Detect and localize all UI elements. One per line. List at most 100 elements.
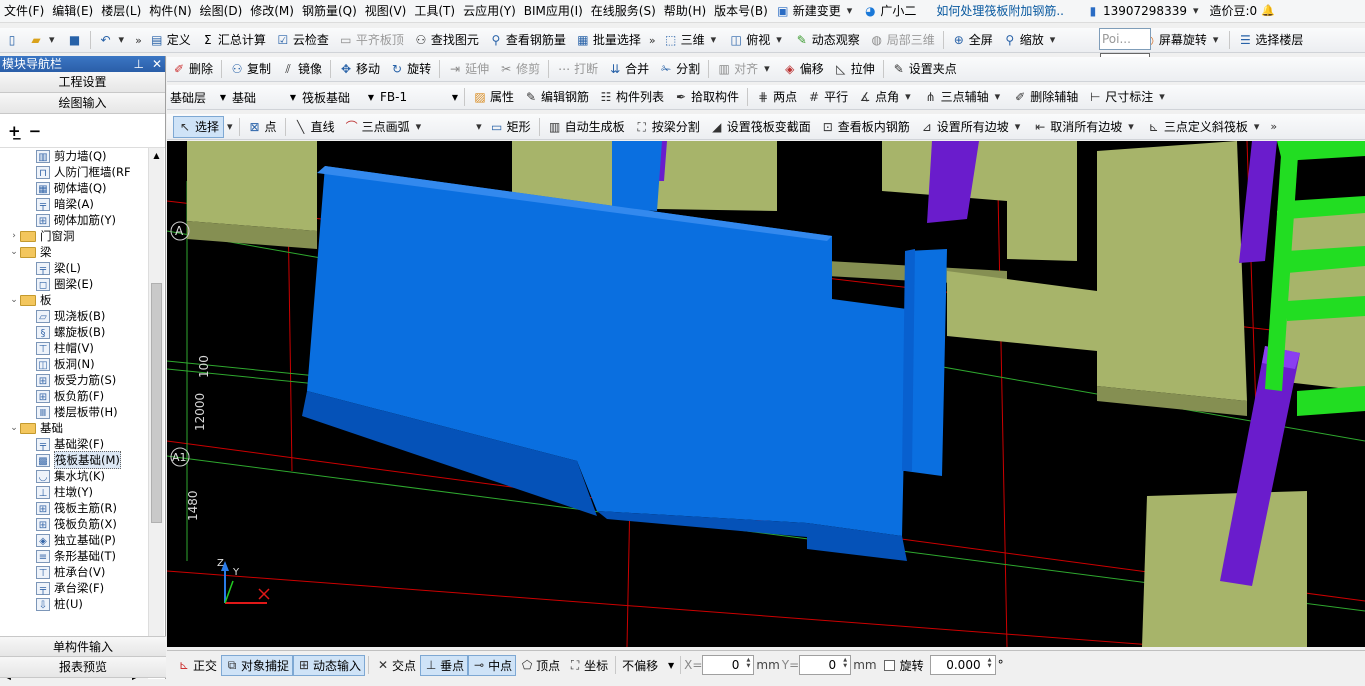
type-select[interactable]: 筏板基础 ▼: [299, 87, 377, 107]
midpoint-snap-toggle[interactable]: ⊸ 中点: [468, 654, 517, 676]
view-rebar-button[interactable]: ⚲ 查看钢筋量: [484, 29, 571, 51]
define-button[interactable]: ▤ 定义: [145, 29, 196, 51]
perpendicular-snap-toggle[interactable]: ⊥ 垂点: [420, 654, 469, 676]
rotate-button[interactable]: ↻ 旋转: [385, 58, 436, 80]
sum-button[interactable]: Σ 汇总计算: [196, 29, 271, 51]
collapse-chevron-icon[interactable]: ⌄: [8, 420, 20, 436]
drawing-viewport[interactable]: A A1 100 12000 1480 Z Y: [167, 141, 1365, 647]
toolbar-overflow-icon-2[interactable]: »: [646, 34, 659, 47]
line-tool-button[interactable]: ╲ 直线: [289, 116, 340, 138]
fullscreen-button[interactable]: ⊕ 全屏: [947, 29, 998, 51]
auto-generate-button[interactable]: ▥ 自动生成板: [543, 116, 630, 138]
top-view-button[interactable]: ◫ 俯视 ▾: [724, 29, 790, 51]
split-by-beam-button[interactable]: ⛶ 按梁分割: [630, 116, 705, 138]
tree-item[interactable]: ≡ 条形基础(T): [0, 548, 148, 564]
object-snap-toggle[interactable]: ⧉ 对象捕捉: [221, 654, 294, 676]
align-button[interactable]: ▥ 对齐 ▾: [712, 58, 778, 80]
view-inner-rebar-button[interactable]: ⊡ 查看板内钢筋: [816, 116, 915, 138]
split-button[interactable]: ✁ 分割: [654, 58, 705, 80]
beans-balance[interactable]: 造价豆:0: [1206, 0, 1262, 22]
arc-tool-button[interactable]: ⌒ 三点画弧 ▾: [340, 116, 430, 138]
expand-all-icon[interactable]: +̲: [8, 122, 21, 140]
intersection-snap-toggle[interactable]: ✕ 交点: [372, 655, 420, 676]
properties-button[interactable]: ▨ 属性: [468, 86, 519, 108]
tree-item[interactable]: ⊥ 柱墩(Y): [0, 484, 148, 500]
tree-item[interactable]: ╤ 基础梁(F): [0, 436, 148, 452]
report-preview-button[interactable]: 报表预览: [0, 657, 166, 678]
delete-aux-button[interactable]: ✐ 删除辅轴: [1008, 86, 1083, 108]
menu-item-1[interactable]: 编辑(E): [48, 0, 97, 22]
tree-item[interactable]: ⊓ 人防门框墙(RF: [0, 164, 148, 180]
save-button[interactable]: ■: [63, 29, 87, 51]
tree-item[interactable]: › 门窗洞: [0, 228, 148, 244]
tree-item[interactable]: ⌄ 梁: [0, 244, 148, 260]
tree-item[interactable]: ⇩ 桩(U): [0, 596, 148, 612]
tree-item[interactable]: ⊤ 柱帽(V): [0, 340, 148, 356]
dimension-button[interactable]: ⊢ 尺寸标注 ▾: [1083, 86, 1173, 108]
tree-item[interactable]: ▱ 现浇板(B): [0, 308, 148, 324]
menu-item-0[interactable]: 文件(F): [0, 0, 48, 22]
shape-dropdown-icon[interactable]: ▾: [473, 120, 485, 133]
assistant-button[interactable]: ◕ 广小二: [859, 0, 920, 22]
menu-item-9[interactable]: 云应用(Y): [459, 0, 520, 22]
open-file-button[interactable]: ▰ ▾: [24, 29, 63, 51]
tree-item[interactable]: ◡ 集水坑(K): [0, 468, 148, 484]
collapse-all-icon[interactable]: −: [29, 122, 42, 140]
view-3d-button[interactable]: ⬚ 三维 ▾: [659, 29, 725, 51]
find-element-button[interactable]: ⚇ 查找图元: [409, 29, 484, 51]
rotate-checkbox[interactable]: [883, 659, 895, 671]
batch-select-button[interactable]: ▦ 批量选择: [571, 29, 646, 51]
offset-button[interactable]: ◈ 偏移: [778, 58, 829, 80]
break-button[interactable]: ⋯ 打断: [552, 58, 603, 80]
menu-item-4[interactable]: 绘图(D): [196, 0, 247, 22]
extend-button[interactable]: ⇥ 延伸: [443, 58, 494, 80]
offset-mode-select[interactable]: 不偏移 ▼: [619, 655, 677, 675]
tree-item[interactable]: ⊞ 砌体加筋(Y): [0, 212, 148, 228]
move-button[interactable]: ✥ 移动: [334, 58, 385, 80]
ortho-toggle[interactable]: ⊾ 正交: [173, 655, 221, 676]
close-icon[interactable]: ✕: [152, 57, 162, 71]
y-input[interactable]: 0: [799, 655, 852, 675]
drawing-input-button[interactable]: 绘图输入: [0, 93, 165, 114]
parallel-button[interactable]: # 平行: [802, 86, 853, 108]
trim-button[interactable]: ✂ 修剪: [494, 58, 545, 80]
three-point-slope-button[interactable]: ⊾ 三点定义斜筏板 ▾: [1142, 116, 1268, 138]
tree-item[interactable]: ▩ 筏板基础(M): [0, 451, 148, 469]
component-list-button[interactable]: ☷ 构件列表: [594, 86, 669, 108]
point-input[interactable]: Poi...: [1099, 28, 1151, 50]
menu-item-11[interactable]: 在线服务(S): [587, 0, 660, 22]
tree-item[interactable]: Ⅲ 楼层板带(H): [0, 404, 148, 420]
new-file-button[interactable]: ▯: [0, 29, 24, 51]
menu-item-13[interactable]: 版本号(B): [710, 0, 772, 22]
tree-item[interactable]: ◫ 板洞(N): [0, 356, 148, 372]
tree-item[interactable]: ⊞ 筏板负筋(X): [0, 516, 148, 532]
tree-item[interactable]: ◻ 圈梁(E): [0, 276, 148, 292]
two-point-button[interactable]: ⋕ 两点: [751, 86, 802, 108]
project-settings-button[interactable]: 工程设置: [0, 72, 165, 93]
tree-item[interactable]: ╤ 梁(L): [0, 260, 148, 276]
pin-icon[interactable]: ⊥: [133, 57, 143, 71]
menu-item-8[interactable]: 工具(T): [410, 0, 459, 22]
merge-button[interactable]: ⇊ 合并: [603, 58, 654, 80]
toolbar-overflow-icon-3[interactable]: »: [1267, 120, 1280, 133]
item-select[interactable]: FB-1 ▼: [377, 87, 461, 107]
set-section-button[interactable]: ◢ 设置筏板变截面: [705, 116, 816, 138]
collapse-chevron-icon[interactable]: ⌄: [8, 244, 20, 260]
scroll-thumb[interactable]: [151, 283, 162, 523]
collapse-chevron-icon[interactable]: ⌄: [8, 292, 20, 308]
rotate-input[interactable]: 0.000: [929, 655, 996, 675]
stretch-button[interactable]: ◺ 拉伸: [829, 58, 880, 80]
model-3d-canvas[interactable]: A A1 100 12000 1480 Z Y: [167, 141, 1365, 647]
dynamic-view-button[interactable]: ✎ 动态观察: [790, 29, 865, 51]
select-tool-button[interactable]: ↖ 选择: [173, 115, 225, 138]
menu-item-3[interactable]: 构件(N): [145, 0, 195, 22]
menu-item-2[interactable]: 楼层(L): [97, 0, 145, 22]
menu-item-12[interactable]: 帮助(H): [660, 0, 710, 22]
tree-item[interactable]: ⊞ 筏板主筋(R): [0, 500, 148, 516]
delete-button[interactable]: ✐ 删除: [167, 58, 218, 80]
tree-item[interactable]: ⌄ 基础: [0, 420, 148, 436]
menu-item-6[interactable]: 钢筋量(Q): [298, 0, 361, 22]
tree-item[interactable]: ⊞ 板负筋(F): [0, 388, 148, 404]
category-select[interactable]: 基础 ▼: [229, 87, 299, 107]
point-angle-button[interactable]: ∡ 点角 ▾: [853, 86, 919, 108]
